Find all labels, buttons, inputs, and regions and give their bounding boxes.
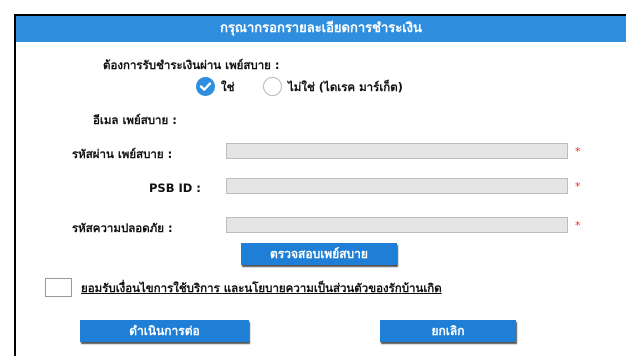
payment-method-question: ต้องการรับชำระเงินผ่าน เพย์สบาย :	[103, 58, 280, 72]
psb-id-label: PSB ID :	[149, 181, 201, 195]
required-mark: *	[575, 180, 581, 193]
required-mark: *	[575, 145, 581, 158]
security-code-label: รหัสความปลอดภัย :	[72, 221, 173, 235]
panel-header: กรุณากรอกรายละเอียดการชำระเงิน	[16, 16, 626, 42]
password-field[interactable]	[226, 143, 568, 159]
terms-checkbox[interactable]	[45, 278, 72, 297]
security-code-field[interactable]	[226, 217, 568, 233]
radio-yes[interactable]	[196, 77, 215, 96]
password-label: รหัสผ่าน เพย์สบาย :	[72, 147, 173, 161]
radio-yes-label[interactable]: ใช่	[221, 79, 234, 97]
continue-button[interactable]: ดำเนินการต่อ	[80, 320, 249, 342]
radio-no-label[interactable]: ไม่ใช่ (ไดเรค มาร์เก็ต)	[288, 79, 403, 97]
cancel-button[interactable]: ยกเลิก	[380, 320, 516, 342]
email-label: อีเมล เพย์สบาย :	[93, 113, 177, 127]
terms-link[interactable]: ยอมรับเงื่อนไขการใช้บริการ และนโยบายความ…	[81, 280, 442, 298]
check-icon	[199, 82, 212, 91]
psb-id-field[interactable]	[226, 178, 568, 194]
required-mark: *	[575, 219, 581, 232]
verify-paysbuy-button[interactable]: ตรวจสอบเพย์สบาย	[241, 243, 397, 265]
radio-no[interactable]	[263, 77, 282, 96]
